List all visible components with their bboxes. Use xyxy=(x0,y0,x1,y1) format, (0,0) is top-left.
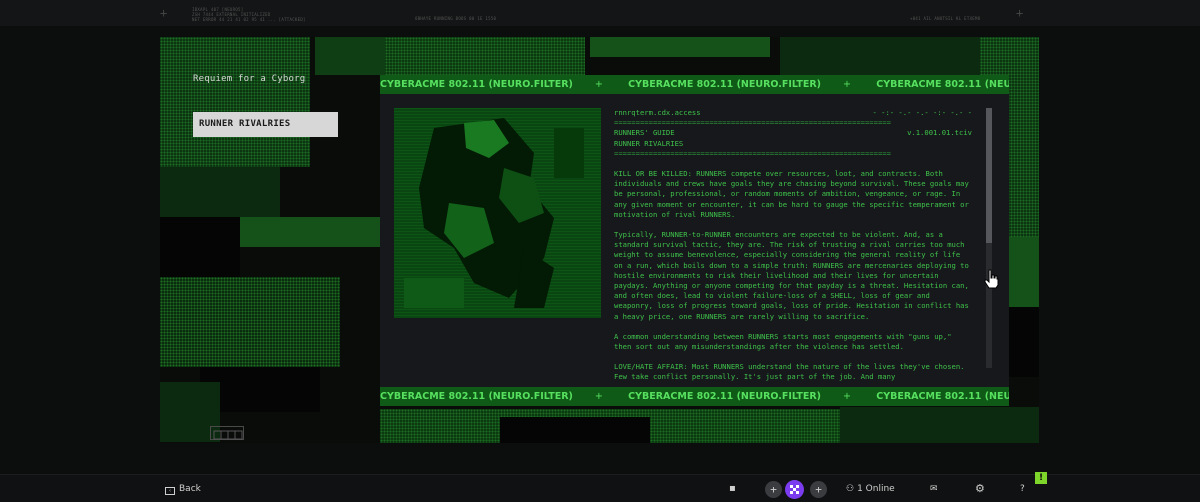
marquee-text: CYBERACME 802.11 (NEURO.FILTER) xyxy=(628,391,821,402)
hardware-widget-icon xyxy=(210,426,244,440)
collection-title: Requiem for a Cyborg xyxy=(193,74,306,84)
paragraph-2: Typically, RUNNER-to-RUNNER encounters a… xyxy=(614,230,969,321)
back-button[interactable]: ‹ Back xyxy=(165,475,201,502)
right-readout: +041 AIL ANOTSIL KL ETXEMO xyxy=(910,16,981,21)
runner-artwork xyxy=(394,108,601,318)
hand-cursor-icon xyxy=(984,269,1000,294)
access-label: rnnrqterm.cdx.access xyxy=(614,108,701,117)
back-label: Back xyxy=(179,484,201,494)
marquee-text: CYBERACME 802.11 (NEURO.FILTER) xyxy=(876,79,1009,90)
mail-icon[interactable]: ✉ xyxy=(930,475,938,502)
marquee-text: CYBERACME 802.11 (NEURO.FILTER) xyxy=(380,79,573,90)
bottom-bar: ‹ Back ▪ + + ⚇ 1 Online ✉ ⚙ ? xyxy=(0,474,1200,502)
terminal-text: rnnrqterm.cdx.access - -:- -.- -.- -:- -… xyxy=(614,108,972,387)
access-code: - -:- -.- -.- -:- -.- - xyxy=(872,108,972,117)
rule-line: ========================================… xyxy=(614,118,891,128)
add-friend-left-button[interactable]: + xyxy=(765,481,782,498)
paragraph-3: A common understanding between RUNNERS s… xyxy=(614,331,952,352)
online-people-icon: ⚇ xyxy=(846,484,855,494)
runner-artwork-graphic xyxy=(394,108,601,318)
marquee-text: CYBERACME 802.11 (NEURO.FILTER) xyxy=(380,391,573,402)
top-status-bar: IBXAPL 407 [NEURO5] ZSH 7444 EXTERNAL IN… xyxy=(0,0,1200,26)
help-icon[interactable]: ? xyxy=(1020,475,1025,502)
terminal-panel[interactable]: rnnrqterm.cdx.access - -:- -.- -.- -:- -… xyxy=(380,94,1009,387)
version-label: v.1.001.01.tciv xyxy=(907,128,972,138)
online-count-label: 1 Online xyxy=(857,484,895,494)
marquee-separator: + xyxy=(594,391,603,402)
online-status-button[interactable]: ⚇ 1 Online xyxy=(846,475,895,502)
add-friend-right-button[interactable]: + xyxy=(810,481,827,498)
back-icon: ‹ xyxy=(165,487,175,495)
paragraph-1: KILL OR BE KILLED: RUNNERS compete over … xyxy=(614,169,969,219)
chat-icon[interactable]: ▪ xyxy=(729,475,736,502)
marquee-strip-bottom: CYBERACME 802.11 (NEURO.FILTER) + CYBERAC… xyxy=(380,387,1009,406)
nav-item-runner-rivalries[interactable]: RUNNER RIVALRIES xyxy=(193,112,338,137)
corner-plus-icon: + xyxy=(1016,6,1024,20)
center-readout: OBHAYE RUNNING BOOS 00 1E 1550 xyxy=(415,16,497,21)
settings-gear-icon[interactable]: ⚙ xyxy=(975,475,985,502)
marquee-strip-top: CYBERACME 802.11 (NEURO.FILTER) + CYBERAC… xyxy=(380,75,1009,94)
system-readout-3: NET ERROR 44 21 41 02 95 41 ... [ATTACKE… xyxy=(192,17,306,22)
marquee-separator: + xyxy=(594,79,603,90)
corner-plus-icon: + xyxy=(160,6,168,20)
scrollbar-thumb[interactable] xyxy=(986,108,992,244)
marquee-text: CYBERACME 802.11 (NEURO.FILTER) xyxy=(876,391,1009,402)
section-label: RUNNER RIVALRIES xyxy=(614,138,684,148)
alert-icon[interactable]: ! xyxy=(1035,472,1047,484)
avatar-icon[interactable] xyxy=(785,480,804,499)
scrollbar-track[interactable] xyxy=(986,108,992,368)
marquee-separator: + xyxy=(843,391,851,402)
paragraph-4: LOVE/HATE AFFAIR: Most RUNNERS understan… xyxy=(614,362,965,382)
guide-label: RUNNERS' GUIDE xyxy=(614,128,675,138)
marquee-separator: + xyxy=(843,79,851,90)
rule-line: ========================================… xyxy=(614,148,891,158)
marquee-text: CYBERACME 802.11 (NEURO.FILTER) xyxy=(628,79,821,90)
